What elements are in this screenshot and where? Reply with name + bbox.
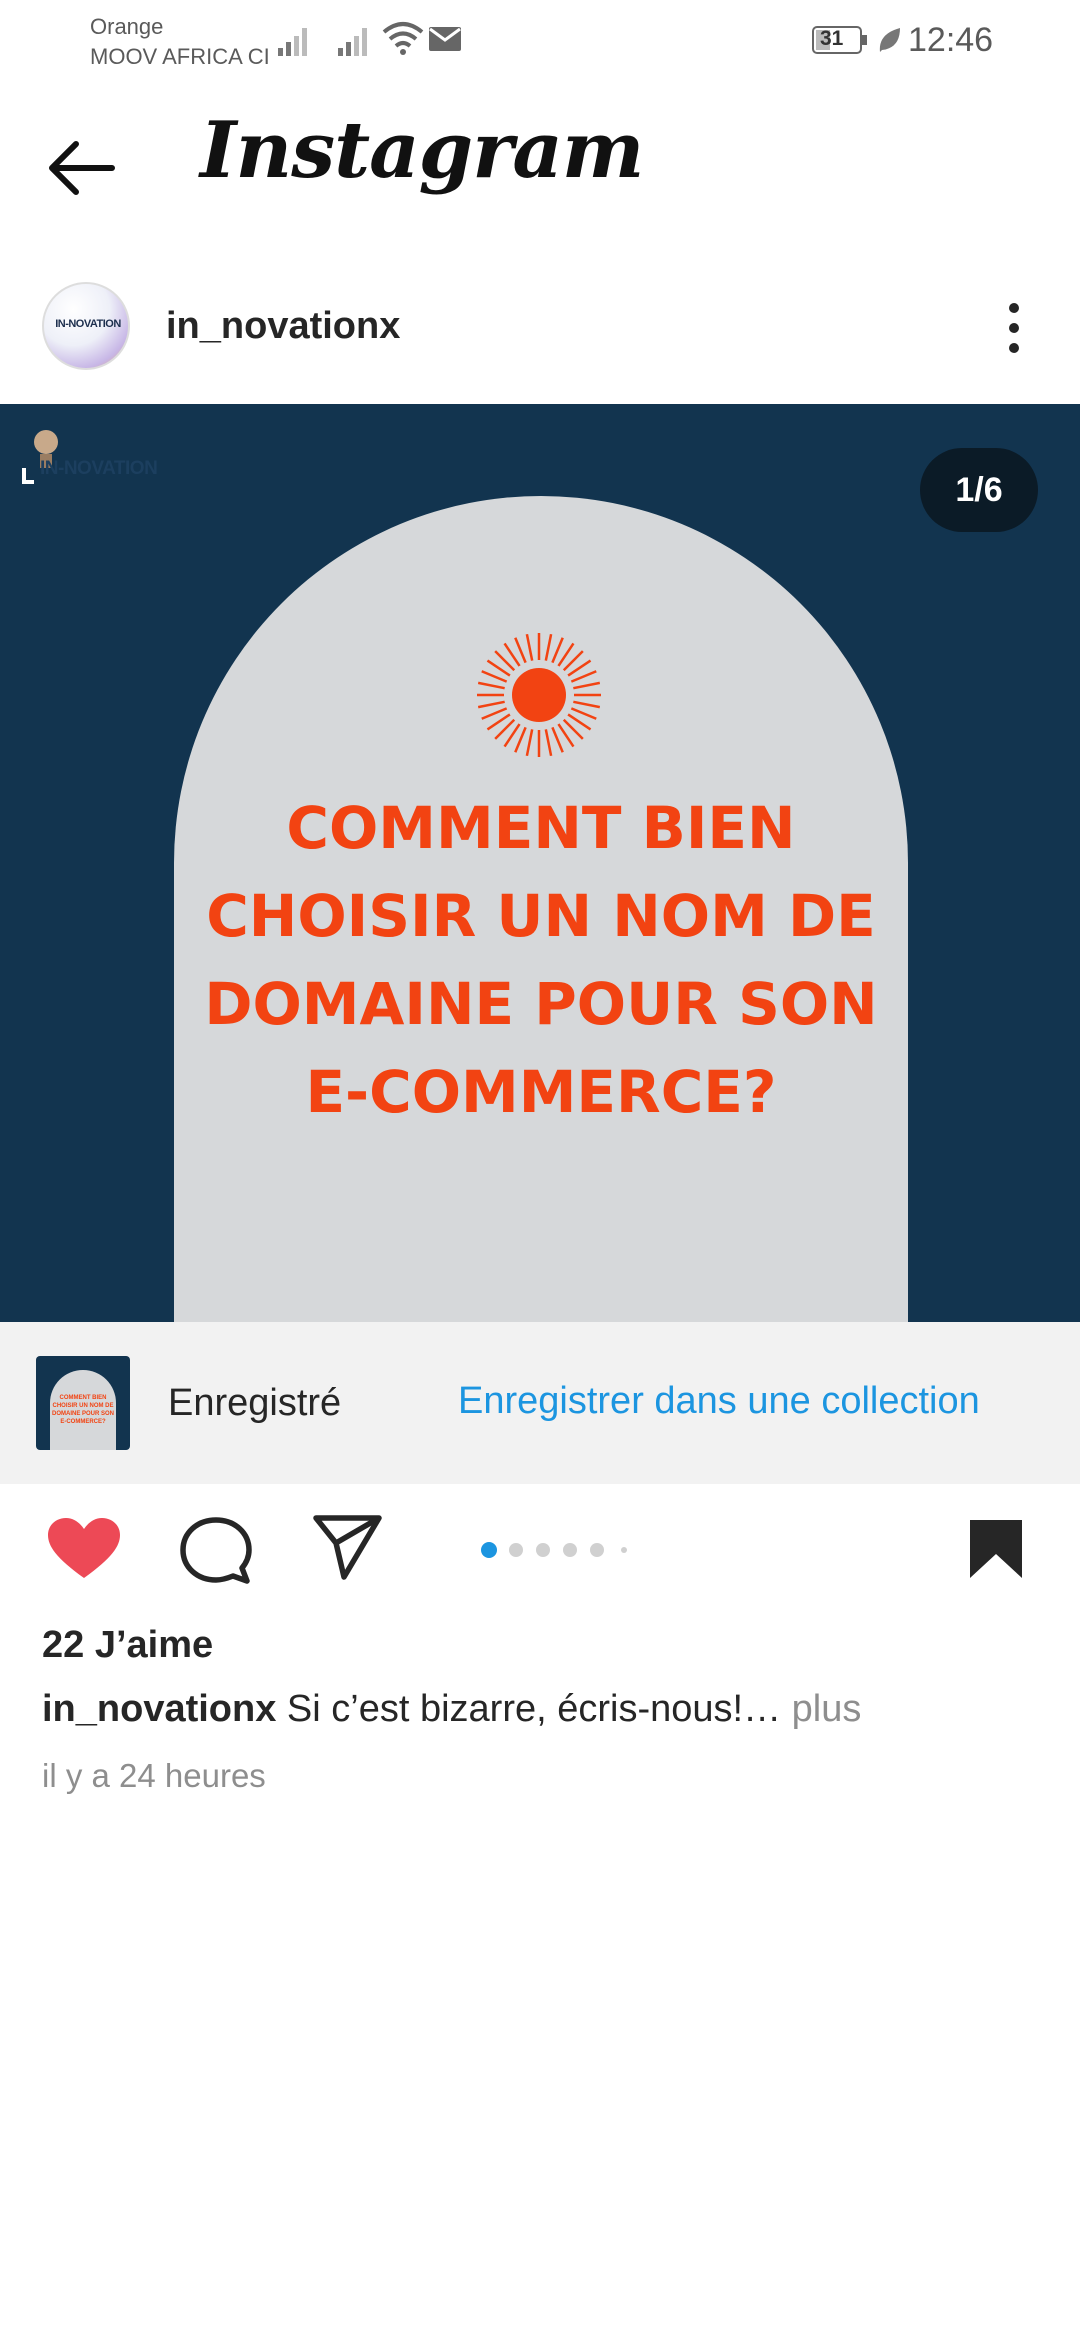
carousel-dot (590, 1543, 604, 1557)
saved-thumbnail[interactable]: COMMENT BIEN CHOISIR UN NOM DE DOMAINE P… (36, 1356, 130, 1450)
share-button[interactable] (312, 1514, 384, 1587)
saved-label: Enregistré (168, 1382, 342, 1424)
caption: in_novationx Si c’est bizarre, écris-nou… (42, 1684, 861, 1734)
saved-banner: COMMENT BIEN CHOISIR UN NOM DE DOMAINE P… (0, 1322, 1080, 1484)
sun-ray (514, 726, 527, 753)
carousel-dot (621, 1547, 627, 1553)
sun-ray (551, 637, 564, 664)
sun-icon (477, 633, 601, 757)
carrier-info: Orange MOOV AFRICA CI (90, 12, 270, 72)
post-logo-text: IN-NOVATION (40, 458, 158, 479)
vertical-dots-icon (1009, 303, 1019, 353)
carousel-dots (481, 1542, 627, 1558)
status-time: 12:46 (908, 21, 994, 59)
paper-plane-icon (313, 1515, 382, 1580)
like-button[interactable] (46, 1516, 122, 1587)
app-logo: Instagram (200, 105, 644, 196)
sun-ray (570, 707, 597, 720)
carousel-dot (509, 1543, 523, 1557)
sun-ray (514, 637, 527, 664)
post-username[interactable]: in_novationx (166, 302, 400, 350)
leaf-icon (879, 28, 900, 52)
sun-ray (525, 729, 534, 757)
back-button[interactable] (40, 134, 130, 204)
save-button[interactable] (968, 1518, 1024, 1585)
caption-more-link[interactable]: plus (781, 1688, 862, 1730)
headline-line-2: CHOISIR UN NOM DE (206, 882, 876, 950)
headline-line-1: COMMENT BIEN (286, 794, 796, 862)
caption-username[interactable]: in_novationx (42, 1688, 276, 1730)
bookmark-filled-icon (970, 1520, 1022, 1578)
carousel-counter: 1/6 (920, 448, 1038, 532)
carrier-name-2: MOOV AFRICA CI (90, 44, 270, 69)
avatar-logo-text: IN-NOVATION (55, 318, 121, 330)
likes-count[interactable]: 22 J’aime (42, 1620, 213, 1670)
comment-bubble-icon (180, 1517, 252, 1584)
sun-ray (477, 681, 505, 690)
carousel-dot-active (481, 1542, 497, 1558)
post-timestamp: il y a 24 heures (42, 1757, 266, 1794)
headline-line-4: E-COMMERCE? (305, 1058, 777, 1126)
sun-ray (544, 729, 553, 757)
save-to-collection-link[interactable]: Enregistrer dans une collection (458, 1376, 980, 1426)
comment-button[interactable] (180, 1516, 252, 1591)
post-headline: COMMENT BIEN CHOISIR UN NOM DE DOMAINE P… (174, 784, 908, 1136)
sun-ray (573, 681, 601, 690)
caption-text: Si c’est bizarre, écris-nous!… (276, 1688, 782, 1730)
sun-ray (525, 633, 534, 661)
carrier-name-1: Orange (90, 14, 164, 39)
sun-ray (573, 700, 601, 709)
thumbnail-text: COMMENT BIEN CHOISIR UN NOM DE DOMAINE P… (51, 1395, 114, 1425)
avatar[interactable]: IN-NOVATION (42, 282, 130, 370)
sun-ray (551, 726, 564, 753)
sun-ray (570, 670, 597, 683)
wifi-icon (382, 22, 424, 55)
carousel-dot (563, 1543, 577, 1557)
signal-1-icon (278, 28, 307, 56)
battery-level: 31 (820, 27, 844, 50)
mail-icon (429, 27, 461, 51)
post-image[interactable]: IN-NOVATION 1/6 COMMENT BIEN CHOISIR UN … (0, 404, 1080, 1322)
sun-ray (481, 707, 508, 720)
signal-2-icon (338, 28, 367, 56)
heart-filled-icon (48, 1518, 120, 1578)
battery-indicator: 31 (812, 26, 868, 59)
carousel-dot (536, 1543, 550, 1557)
sun-ray (477, 700, 505, 709)
sun-ray (481, 670, 508, 683)
arrow-left-icon (49, 141, 115, 195)
sun-ray (544, 633, 553, 661)
headline-line-3: DOMAINE POUR SON (204, 970, 878, 1038)
more-options-button[interactable] (996, 296, 1032, 360)
